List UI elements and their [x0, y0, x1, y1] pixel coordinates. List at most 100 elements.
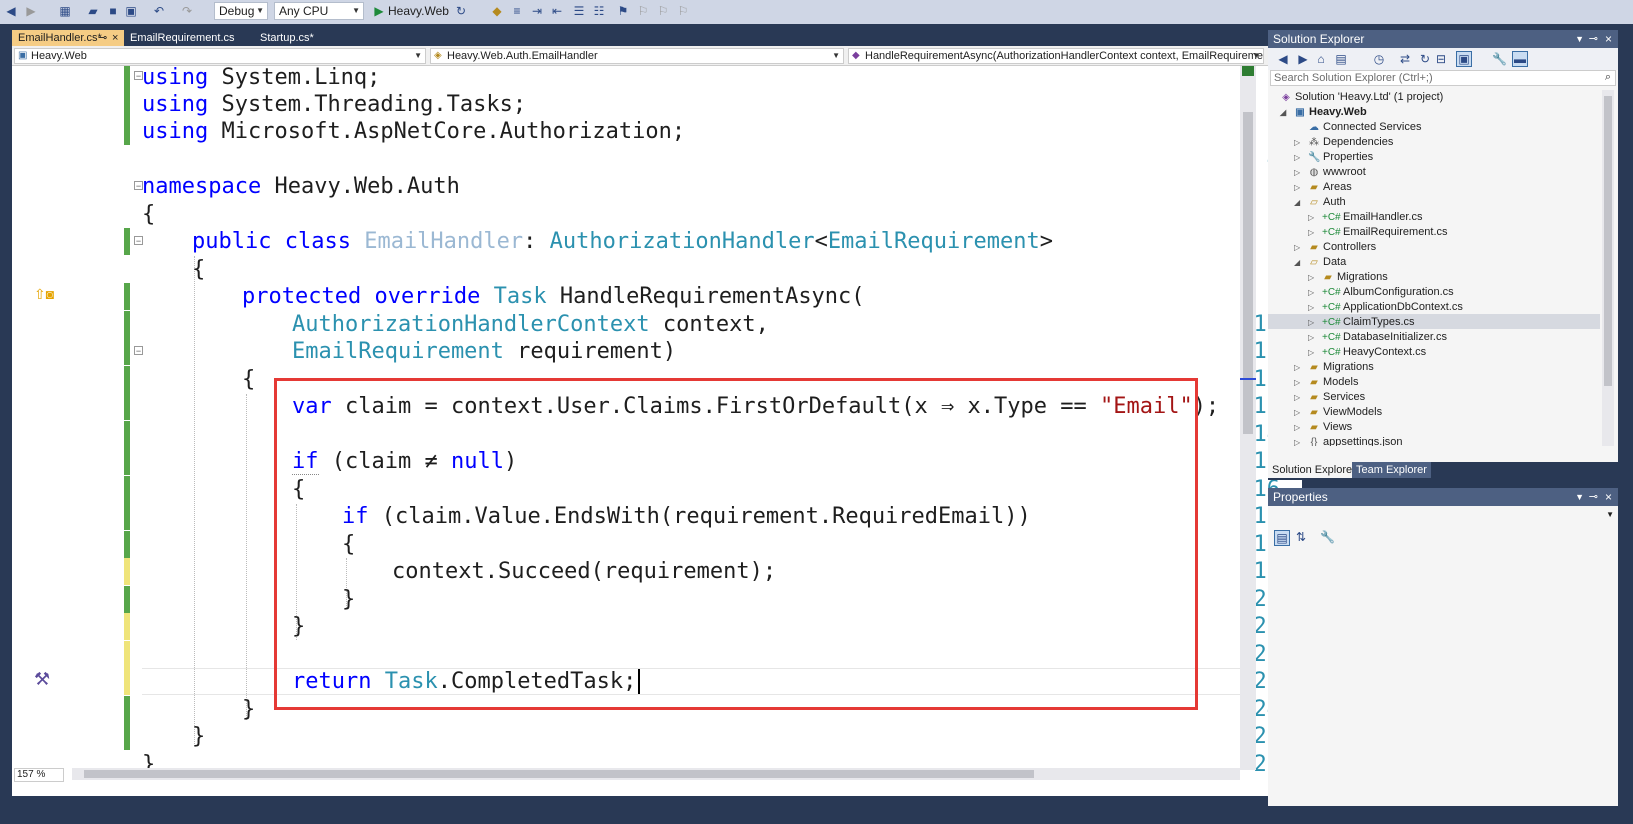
- tree-item-services[interactable]: ▷ ▰ Services: [1294, 390, 1365, 405]
- expanded-arrow-icon[interactable]: ◢: [1294, 195, 1300, 210]
- tree-item-wwwroot[interactable]: ▷ ◍ wwwroot: [1294, 165, 1366, 180]
- tree-item-data-migrations[interactable]: ▷ ▰ Migrations: [1308, 270, 1388, 285]
- uncomment-icon[interactable]: ☷: [592, 4, 606, 18]
- tree-scrollbar[interactable]: [1602, 90, 1614, 446]
- codelens-override-icon[interactable]: ⇧◙: [34, 286, 54, 303]
- collapsed-arrow-icon[interactable]: ▷: [1294, 405, 1300, 420]
- alphabetical-icon[interactable]: ⇅: [1294, 530, 1308, 544]
- new-project-icon[interactable]: ▦: [58, 4, 72, 18]
- next-bookmark-icon[interactable]: ⚐: [656, 4, 670, 18]
- tab-emailhandler[interactable]: EmailHandler.cs* ⊸ ×: [12, 30, 124, 46]
- tree-item-project[interactable]: ◢ ▣ Heavy.Web: [1280, 105, 1367, 120]
- search-field[interactable]: Search Solution Explorer (Ctrl+;) ⌕: [1270, 70, 1616, 86]
- back-icon[interactable]: ◀: [4, 4, 18, 18]
- collapsed-arrow-icon[interactable]: ▷: [1294, 180, 1300, 195]
- save-all-icon[interactable]: ▣: [124, 4, 138, 18]
- prev-bookmark-icon[interactable]: ⚐: [636, 4, 650, 18]
- collapsed-arrow-icon[interactable]: ▷: [1294, 135, 1300, 150]
- tree-item-emailrequirement[interactable]: ▷ +C# EmailRequirement.cs: [1308, 225, 1448, 240]
- run-target-label[interactable]: Heavy.Web: [388, 4, 449, 18]
- save-icon[interactable]: ■: [106, 4, 120, 18]
- quick-actions-hammer-icon[interactable]: ⚒: [34, 669, 50, 690]
- tab-solution-explorer[interactable]: Solution Explorer: [1268, 462, 1360, 478]
- dropdown-icon[interactable]: ▼: [1575, 30, 1584, 48]
- refresh-icon[interactable]: ↻: [1418, 52, 1432, 66]
- tree-item-viewmodels[interactable]: ▷ ▰ ViewModels: [1294, 405, 1382, 420]
- collapsed-arrow-icon[interactable]: ▷: [1308, 330, 1314, 345]
- bookmark-icon[interactable]: ⚑: [616, 4, 630, 18]
- categorized-icon[interactable]: ▤: [1274, 530, 1290, 546]
- pin-icon[interactable]: ⊸: [98, 30, 107, 46]
- tree-item-auth[interactable]: ◢ ▱ Auth: [1294, 195, 1346, 210]
- collapsed-arrow-icon[interactable]: ▷: [1308, 270, 1314, 285]
- tab-emailrequirement[interactable]: EmailRequirement.cs: [124, 30, 254, 46]
- tree-item-emailhandler[interactable]: ▷ +C# EmailHandler.cs: [1308, 210, 1422, 225]
- scroll-thumb[interactable]: [1243, 112, 1253, 434]
- tree-item-controllers[interactable]: ▷ ▰ Controllers: [1294, 240, 1376, 255]
- back-icon[interactable]: ◀: [1276, 52, 1290, 66]
- collapsed-arrow-icon[interactable]: ▷: [1308, 300, 1314, 315]
- open-file-icon[interactable]: ▰: [86, 4, 100, 18]
- close-icon[interactable]: ×: [1605, 30, 1612, 48]
- properties-object-selector[interactable]: ▼: [1268, 508, 1618, 524]
- property-pages-icon[interactable]: 🔧: [1320, 530, 1335, 544]
- collapse-toggle[interactable]: −: [134, 236, 143, 246]
- expanded-arrow-icon[interactable]: ◢: [1280, 105, 1286, 120]
- home-icon[interactable]: ⌂: [1314, 52, 1328, 66]
- collapsed-arrow-icon[interactable]: ▷: [1294, 435, 1300, 446]
- clear-bookmarks-icon[interactable]: ⚐: [676, 4, 690, 18]
- collapsed-arrow-icon[interactable]: ▷: [1294, 150, 1300, 165]
- collapsed-arrow-icon[interactable]: ▷: [1308, 225, 1314, 240]
- collapsed-arrow-icon[interactable]: ▷: [1308, 285, 1314, 300]
- platform-dropdown[interactable]: Any CPU ▼: [274, 2, 364, 20]
- tree-item-databaseinitializer[interactable]: ▷ +C# DatabaseInitializer.cs: [1308, 330, 1447, 345]
- redo-icon[interactable]: ↷: [180, 4, 194, 18]
- pin-icon[interactable]: ⊸: [1589, 30, 1598, 48]
- preview-selected-icon[interactable]: ▬: [1512, 51, 1528, 67]
- forward-icon[interactable]: ▶: [24, 4, 38, 18]
- collapsed-arrow-icon[interactable]: ▷: [1308, 210, 1314, 225]
- tree-item-claimtypes[interactable]: ▷ +C# ClaimTypes.cs: [1308, 315, 1415, 330]
- tree-item-properties[interactable]: ▷ 🔧 Properties: [1294, 150, 1373, 165]
- switch-views-icon[interactable]: ▤: [1334, 52, 1348, 66]
- tree-item-views[interactable]: ▷ ▰ Views: [1294, 420, 1352, 435]
- zoom-dropdown[interactable]: 157 %: [14, 768, 64, 782]
- format-icon[interactable]: ≡: [510, 4, 524, 18]
- tab-startup[interactable]: Startup.cs*: [254, 30, 344, 46]
- scroll-thumb[interactable]: [84, 770, 1034, 778]
- configuration-dropdown[interactable]: Debug ▼: [214, 2, 268, 20]
- collapsed-arrow-icon[interactable]: ▷: [1294, 375, 1300, 390]
- pending-changes-icon[interactable]: ◷: [1372, 52, 1386, 66]
- collapsed-arrow-icon[interactable]: ▷: [1294, 420, 1300, 435]
- tree-item-data[interactable]: ◢ ▱ Data: [1294, 255, 1346, 270]
- collapsed-arrow-icon[interactable]: ▷: [1308, 315, 1314, 330]
- editor-vertical-scrollbar[interactable]: [1240, 66, 1256, 770]
- tree-item-heavycontext[interactable]: ▷ +C# HeavyContext.cs: [1308, 345, 1426, 360]
- tree-item-solution[interactable]: ◈ Solution 'Heavy.Ltd' (1 project): [1280, 90, 1443, 105]
- tree-item-appsettings[interactable]: ▷ {} appsettings.json: [1294, 435, 1403, 446]
- outdent-icon[interactable]: ⇤: [550, 4, 564, 18]
- forward-icon[interactable]: ▶: [1296, 52, 1310, 66]
- properties-wrench-icon[interactable]: 🔧: [1492, 52, 1507, 66]
- collapse-all-icon[interactable]: ⊟: [1434, 52, 1448, 66]
- tree-item-applicationdbcontext[interactable]: ▷ +C# ApplicationDbContext.cs: [1308, 300, 1463, 315]
- tree-item-areas[interactable]: ▷ ▰ Areas: [1294, 180, 1352, 195]
- collapsed-arrow-icon[interactable]: ▷: [1294, 360, 1300, 375]
- refresh-icon[interactable]: ↻: [454, 4, 468, 18]
- collapsed-arrow-icon[interactable]: ▷: [1308, 345, 1314, 360]
- editor-horizontal-scrollbar[interactable]: [72, 768, 1240, 780]
- project-dropdown[interactable]: ▣ Heavy.Web ▼: [14, 48, 426, 64]
- close-icon[interactable]: ×: [1605, 488, 1612, 506]
- collapse-toggle[interactable]: −: [134, 346, 143, 356]
- tab-team-explorer[interactable]: Team Explorer: [1352, 462, 1431, 478]
- collapsed-arrow-icon[interactable]: ▷: [1294, 240, 1300, 255]
- comment-icon[interactable]: ☰: [572, 4, 586, 18]
- close-icon[interactable]: ×: [112, 30, 118, 46]
- dropdown-icon[interactable]: ▼: [1575, 488, 1584, 506]
- collapsed-arrow-icon[interactable]: ▷: [1294, 390, 1300, 405]
- tree-item-migrations[interactable]: ▷ ▰ Migrations: [1294, 360, 1374, 375]
- indent-icon[interactable]: ⇥: [530, 4, 544, 18]
- undo-icon[interactable]: ↶: [152, 4, 166, 18]
- run-icon[interactable]: ▶: [372, 4, 386, 18]
- type-dropdown[interactable]: ◈ Heavy.Web.Auth.EmailHandler ▼: [430, 48, 844, 64]
